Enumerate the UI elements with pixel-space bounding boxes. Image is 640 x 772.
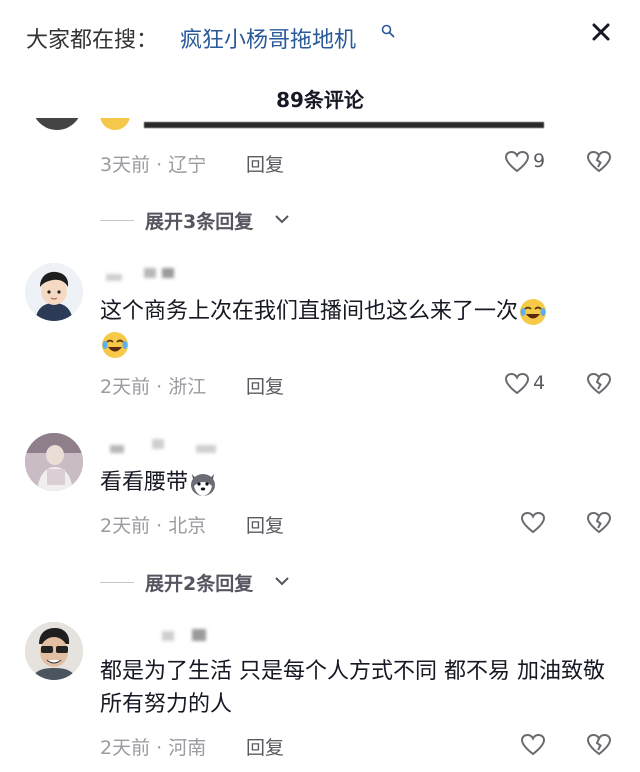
comment-count-title: 89条评论 <box>276 88 364 112</box>
heart-icon[interactable] <box>504 372 530 396</box>
avatar[interactable] <box>25 622 83 680</box>
broken-heart-icon[interactable] <box>586 511 612 535</box>
husky-dog-emoji-icon <box>191 474 216 496</box>
divider <box>100 582 134 583</box>
comment-meta: 2天前 · 北京 <box>100 515 207 537</box>
comment-text: 这个商务上次在我们直播间也这么来了一次 <box>100 295 620 361</box>
avatar[interactable] <box>25 433 83 491</box>
expand-replies-label: 展开2条回复 <box>145 573 254 595</box>
username-blurred <box>100 627 220 645</box>
like-count: 9 <box>533 150 546 172</box>
broken-heart-icon[interactable] <box>586 150 612 174</box>
comment-text: 看看腰带 <box>100 466 620 499</box>
heart-icon[interactable] <box>504 150 530 174</box>
chevron-down-icon <box>275 215 289 224</box>
username-blurred <box>100 437 220 455</box>
photo-avatar-icon <box>25 622 83 680</box>
comment-body: 看看腰带 <box>100 470 189 495</box>
laughing-crying-emoji-icon <box>102 332 128 358</box>
expand-replies-button[interactable]: 展开2条回复 <box>100 569 300 595</box>
comment-meta: 2天前 · 浙江 <box>100 376 207 398</box>
divider <box>100 220 134 221</box>
search-suggestion-link[interactable]: 疯狂小杨哥拖地机 <box>180 22 356 54</box>
reply-button[interactable]: 回复 <box>246 150 284 177</box>
expand-replies-label: 展开3条回复 <box>145 211 254 233</box>
photo-avatar-icon <box>25 433 83 491</box>
username-blurred <box>100 266 190 284</box>
comment-text-cut <box>100 118 560 134</box>
close-icon[interactable] <box>586 17 616 47</box>
search-suggestion-bar: 大家都在搜： 疯狂小杨哥拖地机 <box>0 0 640 76</box>
broken-heart-icon[interactable] <box>586 733 612 757</box>
reply-button[interactable]: 回复 <box>246 733 284 760</box>
laughing-crying-emoji-icon <box>520 299 547 325</box>
expand-replies-button[interactable]: 展开3条回复 <box>100 207 300 233</box>
avatar[interactable] <box>25 263 83 321</box>
broken-heart-icon[interactable] <box>586 372 612 396</box>
cartoon-avatar-icon <box>25 263 83 321</box>
chevron-down-icon <box>275 577 289 586</box>
like-count: 4 <box>533 372 546 394</box>
comment-body: 这个商务上次在我们直播间也这么来了一次 <box>100 299 519 324</box>
heart-icon[interactable] <box>520 511 546 535</box>
heart-icon[interactable] <box>520 733 546 757</box>
comment-meta: 2天前 · 河南 <box>100 737 207 759</box>
comment-meta: 3天前 · 辽宁 <box>100 154 207 176</box>
reply-button[interactable]: 回复 <box>246 372 284 399</box>
search-icon[interactable] <box>381 24 395 38</box>
search-suggestion-prefix: 大家都在搜： <box>26 28 159 53</box>
reply-button[interactable]: 回复 <box>246 511 284 538</box>
comment-text: 都是为了生活 只是每个人方式不同 都不易 加油致敬所有努力的人 <box>100 659 605 717</box>
avatar[interactable] <box>32 118 82 130</box>
